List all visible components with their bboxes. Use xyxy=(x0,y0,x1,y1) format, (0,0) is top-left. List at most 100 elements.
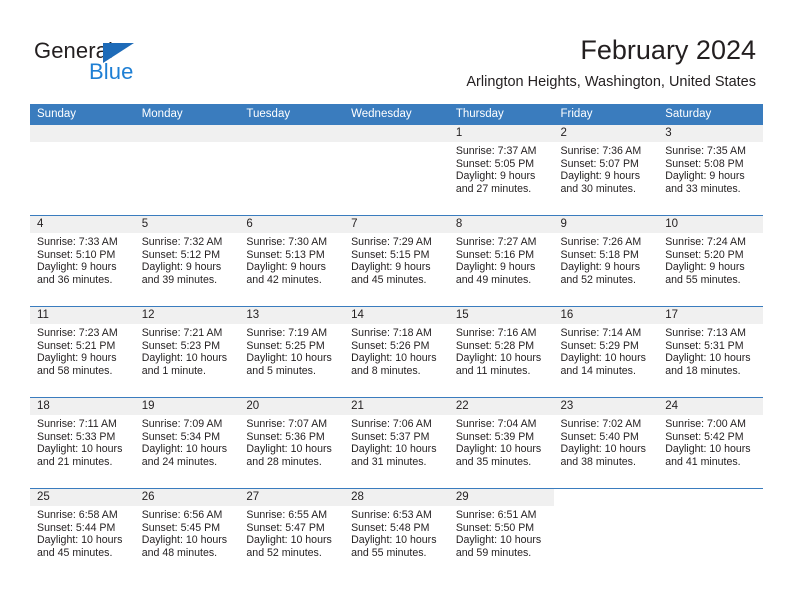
calendar-cell-empty xyxy=(30,125,135,216)
calendar-day-cell[interactable]: 12 Sunrise: 7:21 AM Sunset: 5:23 PM Dayligh… xyxy=(134,306,240,398)
calendar-day-cell[interactable]: 8 Sunrise: 7:27 AM Sunset: 5:16 PM Daylight… xyxy=(448,215,554,307)
sunset-text: Sunset: 5:44 PM xyxy=(37,521,116,534)
daylight-text-line2: and 24 minutes. xyxy=(141,455,218,468)
day-number: 28 xyxy=(344,489,449,506)
calendar-day-cell[interactable]: 10 Sunrise: 7:24 AM Sunset: 5:20 PM Dayligh… xyxy=(658,215,763,307)
calendar-day-cell[interactable]: 25 Sunrise: 6:58 AM Sunset: 5:44 PM Dayligh… xyxy=(30,488,135,579)
calendar-day-cell[interactable]: 15 Sunrise: 7:16 AM Sunset: 5:28 PM Dayligh… xyxy=(448,306,554,398)
daylight-text-line2: and 33 minutes. xyxy=(665,182,741,195)
sunrise-text: Sunrise: 7:00 AM xyxy=(665,418,746,430)
day-details: Sunrise: 7:06 AM Sunset: 5:37 PM Daylight:… xyxy=(344,415,449,468)
calendar-day-cell[interactable]: 11 Sunrise: 7:23 AM Sunset: 5:21 PM Dayligh… xyxy=(30,306,135,398)
day-number: 3 xyxy=(658,125,763,142)
day-number: 16 xyxy=(553,307,659,324)
daylight-text-line2: and 14 minutes. xyxy=(560,364,636,377)
day-number: 21 xyxy=(344,398,449,415)
calendar-day-cell[interactable]: 28 Sunrise: 6:53 AM Sunset: 5:48 PM Dayligh… xyxy=(344,488,449,579)
day-number: 9 xyxy=(553,216,659,233)
daylight-text-line2: and 55 minutes. xyxy=(665,273,741,286)
calendar-day-cell[interactable]: 20 Sunrise: 7:07 AM Sunset: 5:36 PM Dayligh… xyxy=(239,397,345,489)
sunset-text: Sunset: 5:36 PM xyxy=(246,430,325,443)
day-number: 24 xyxy=(658,398,763,415)
calendar-day-cell[interactable]: 19 Sunrise: 7:09 AM Sunset: 5:34 PM Dayligh… xyxy=(134,397,240,489)
daylight-text-line1: Daylight: 10 hours xyxy=(455,443,542,456)
day-details: Sunrise: 6:58 AM Sunset: 5:44 PM Daylight:… xyxy=(30,506,135,559)
day-number: 23 xyxy=(553,398,659,415)
calendar-cell-inner: 17 Sunrise: 7:13 AM Sunset: 5:31 PM Dayligh… xyxy=(658,307,763,397)
calendar-day-cell[interactable]: 16 Sunrise: 7:14 AM Sunset: 5:29 PM Dayligh… xyxy=(553,306,659,398)
calendar-day-cell[interactable]: 18 Sunrise: 7:11 AM Sunset: 5:33 PM Dayligh… xyxy=(30,397,135,489)
sunset-text: Sunset: 5:07 PM xyxy=(560,157,639,170)
sunset-text: Sunset: 5:20 PM xyxy=(665,248,744,261)
calendar-day-cell[interactable]: 27 Sunrise: 6:55 AM Sunset: 5:47 PM Dayligh… xyxy=(239,488,345,579)
sunrise-text: Sunrise: 7:32 AM xyxy=(141,236,223,248)
calendar-day-cell[interactable]: 7 Sunrise: 7:29 AM Sunset: 5:15 PM Daylight… xyxy=(344,215,449,307)
calendar-day-cell[interactable]: 14 Sunrise: 7:18 AM Sunset: 5:26 PM Dayligh… xyxy=(344,306,449,398)
calendar-day-cell[interactable]: 6 Sunrise: 7:30 AM Sunset: 5:13 PM Daylight… xyxy=(239,215,345,307)
calendar-day-cell[interactable]: 26 Sunrise: 6:56 AM Sunset: 5:45 PM Dayligh… xyxy=(134,488,240,579)
sunrise-text: Sunrise: 7:14 AM xyxy=(560,327,642,339)
day-number: 22 xyxy=(448,398,554,415)
daylight-text-line2: and 18 minutes. xyxy=(665,364,741,377)
daylight-text-line1: Daylight: 10 hours xyxy=(141,352,228,365)
calendar-day-cell[interactable]: 23 Sunrise: 7:02 AM Sunset: 5:40 PM Dayligh… xyxy=(553,397,659,489)
daylight-text-line1: Daylight: 10 hours xyxy=(665,352,751,365)
daylight-text-line1: Daylight: 10 hours xyxy=(246,534,332,547)
day-number: 14 xyxy=(344,307,449,324)
calendar-body: 1 Sunrise: 7:37 AM Sunset: 5:05 PM Daylight… xyxy=(30,125,763,579)
day-number xyxy=(134,125,240,142)
sunrise-text: Sunrise: 7:18 AM xyxy=(351,327,432,339)
calendar-cell-inner: 19 Sunrise: 7:09 AM Sunset: 5:34 PM Dayligh… xyxy=(134,398,240,488)
sunset-text: Sunset: 5:48 PM xyxy=(351,521,430,534)
daylight-text-line2: and 38 minutes. xyxy=(560,455,636,468)
daylight-text-line2: and 48 minutes. xyxy=(141,546,218,559)
daylight-text-line1: Daylight: 10 hours xyxy=(665,443,751,456)
calendar-cell-inner: 26 Sunrise: 6:56 AM Sunset: 5:45 PM Dayligh… xyxy=(134,489,240,579)
sunrise-text: Sunrise: 6:55 AM xyxy=(246,509,328,521)
calendar-day-cell[interactable]: 4 Sunrise: 7:33 AM Sunset: 5:10 PM Daylight… xyxy=(30,215,135,307)
daylight-text-line1: Daylight: 9 hours xyxy=(560,170,641,183)
calendar-cell-inner: 1 Sunrise: 7:37 AM Sunset: 5:05 PM Daylight… xyxy=(448,125,554,215)
weekday-header-saturday: Saturday xyxy=(658,104,763,125)
day-details: Sunrise: 7:14 AM Sunset: 5:29 PM Daylight:… xyxy=(554,324,659,377)
calendar-cell-inner: 13 Sunrise: 7:19 AM Sunset: 5:25 PM Dayligh… xyxy=(239,307,345,397)
day-number xyxy=(344,125,449,142)
sunrise-text: Sunrise: 7:11 AM xyxy=(37,418,117,430)
calendar-day-cell[interactable]: 22 Sunrise: 7:04 AM Sunset: 5:39 PM Dayligh… xyxy=(448,397,554,489)
calendar-day-cell[interactable]: 24 Sunrise: 7:00 AM Sunset: 5:42 PM Dayligh… xyxy=(658,397,763,489)
calendar-cell-inner xyxy=(658,489,763,579)
calendar-day-cell[interactable]: 13 Sunrise: 7:19 AM Sunset: 5:25 PM Dayligh… xyxy=(239,306,345,398)
daylight-text-line1: Daylight: 9 hours xyxy=(455,261,536,274)
day-details: Sunrise: 6:55 AM Sunset: 5:47 PM Daylight:… xyxy=(239,506,344,559)
calendar-cell-inner: 14 Sunrise: 7:18 AM Sunset: 5:26 PM Dayligh… xyxy=(344,307,449,397)
daylight-text-line2: and 58 minutes. xyxy=(37,364,113,377)
calendar-day-cell[interactable]: 9 Sunrise: 7:26 AM Sunset: 5:18 PM Daylight… xyxy=(553,215,659,307)
calendar-day-cell[interactable]: 2 Sunrise: 7:36 AM Sunset: 5:07 PM Daylight… xyxy=(553,125,659,216)
calendar-day-cell[interactable]: 3 Sunrise: 7:35 AM Sunset: 5:08 PM Daylight… xyxy=(658,125,763,216)
day-details: Sunrise: 7:21 AM Sunset: 5:23 PM Daylight:… xyxy=(135,324,240,377)
day-details: Sunrise: 7:13 AM Sunset: 5:31 PM Daylight:… xyxy=(658,324,763,377)
day-number: 8 xyxy=(448,216,554,233)
calendar-cell-inner: 6 Sunrise: 7:30 AM Sunset: 5:13 PM Daylight… xyxy=(239,216,345,306)
sunrise-text: Sunrise: 7:26 AM xyxy=(560,236,642,248)
calendar-cell-empty xyxy=(134,125,240,216)
sunset-text: Sunset: 5:31 PM xyxy=(665,339,744,352)
daylight-text-line1: Daylight: 10 hours xyxy=(455,534,542,547)
day-details: Sunrise: 7:32 AM Sunset: 5:12 PM Daylight:… xyxy=(135,233,240,286)
weekday-header-wednesday: Wednesday xyxy=(344,104,449,125)
calendar-day-cell[interactable]: 17 Sunrise: 7:13 AM Sunset: 5:31 PM Dayligh… xyxy=(658,306,763,398)
calendar-week-row: 4 Sunrise: 7:33 AM Sunset: 5:10 PM Daylight… xyxy=(30,215,763,307)
calendar-day-cell[interactable]: 5 Sunrise: 7:32 AM Sunset: 5:12 PM Daylight… xyxy=(134,215,240,307)
calendar-day-cell[interactable]: 29 Sunrise: 6:51 AM Sunset: 5:50 PM Dayligh… xyxy=(448,488,554,579)
calendar-day-cell[interactable]: 1 Sunrise: 7:37 AM Sunset: 5:05 PM Daylight… xyxy=(448,125,554,216)
brand-logo[interactable]: General Blue xyxy=(34,38,264,90)
daylight-text-line2: and 41 minutes. xyxy=(665,455,741,468)
day-details: Sunrise: 7:37 AM Sunset: 5:05 PM Daylight:… xyxy=(449,142,554,195)
sunset-text: Sunset: 5:10 PM xyxy=(37,248,116,261)
calendar-cell-inner: 11 Sunrise: 7:23 AM Sunset: 5:21 PM Dayligh… xyxy=(30,307,135,397)
sunset-text: Sunset: 5:13 PM xyxy=(246,248,325,261)
weekday-header-row: Sunday Monday Tuesday Wednesday Thursday… xyxy=(30,104,763,125)
calendar-cell-inner: 20 Sunrise: 7:07 AM Sunset: 5:36 PM Dayligh… xyxy=(239,398,345,488)
calendar-day-cell[interactable]: 21 Sunrise: 7:06 AM Sunset: 5:37 PM Dayligh… xyxy=(344,397,449,489)
daylight-text-line1: Daylight: 9 hours xyxy=(37,352,117,365)
